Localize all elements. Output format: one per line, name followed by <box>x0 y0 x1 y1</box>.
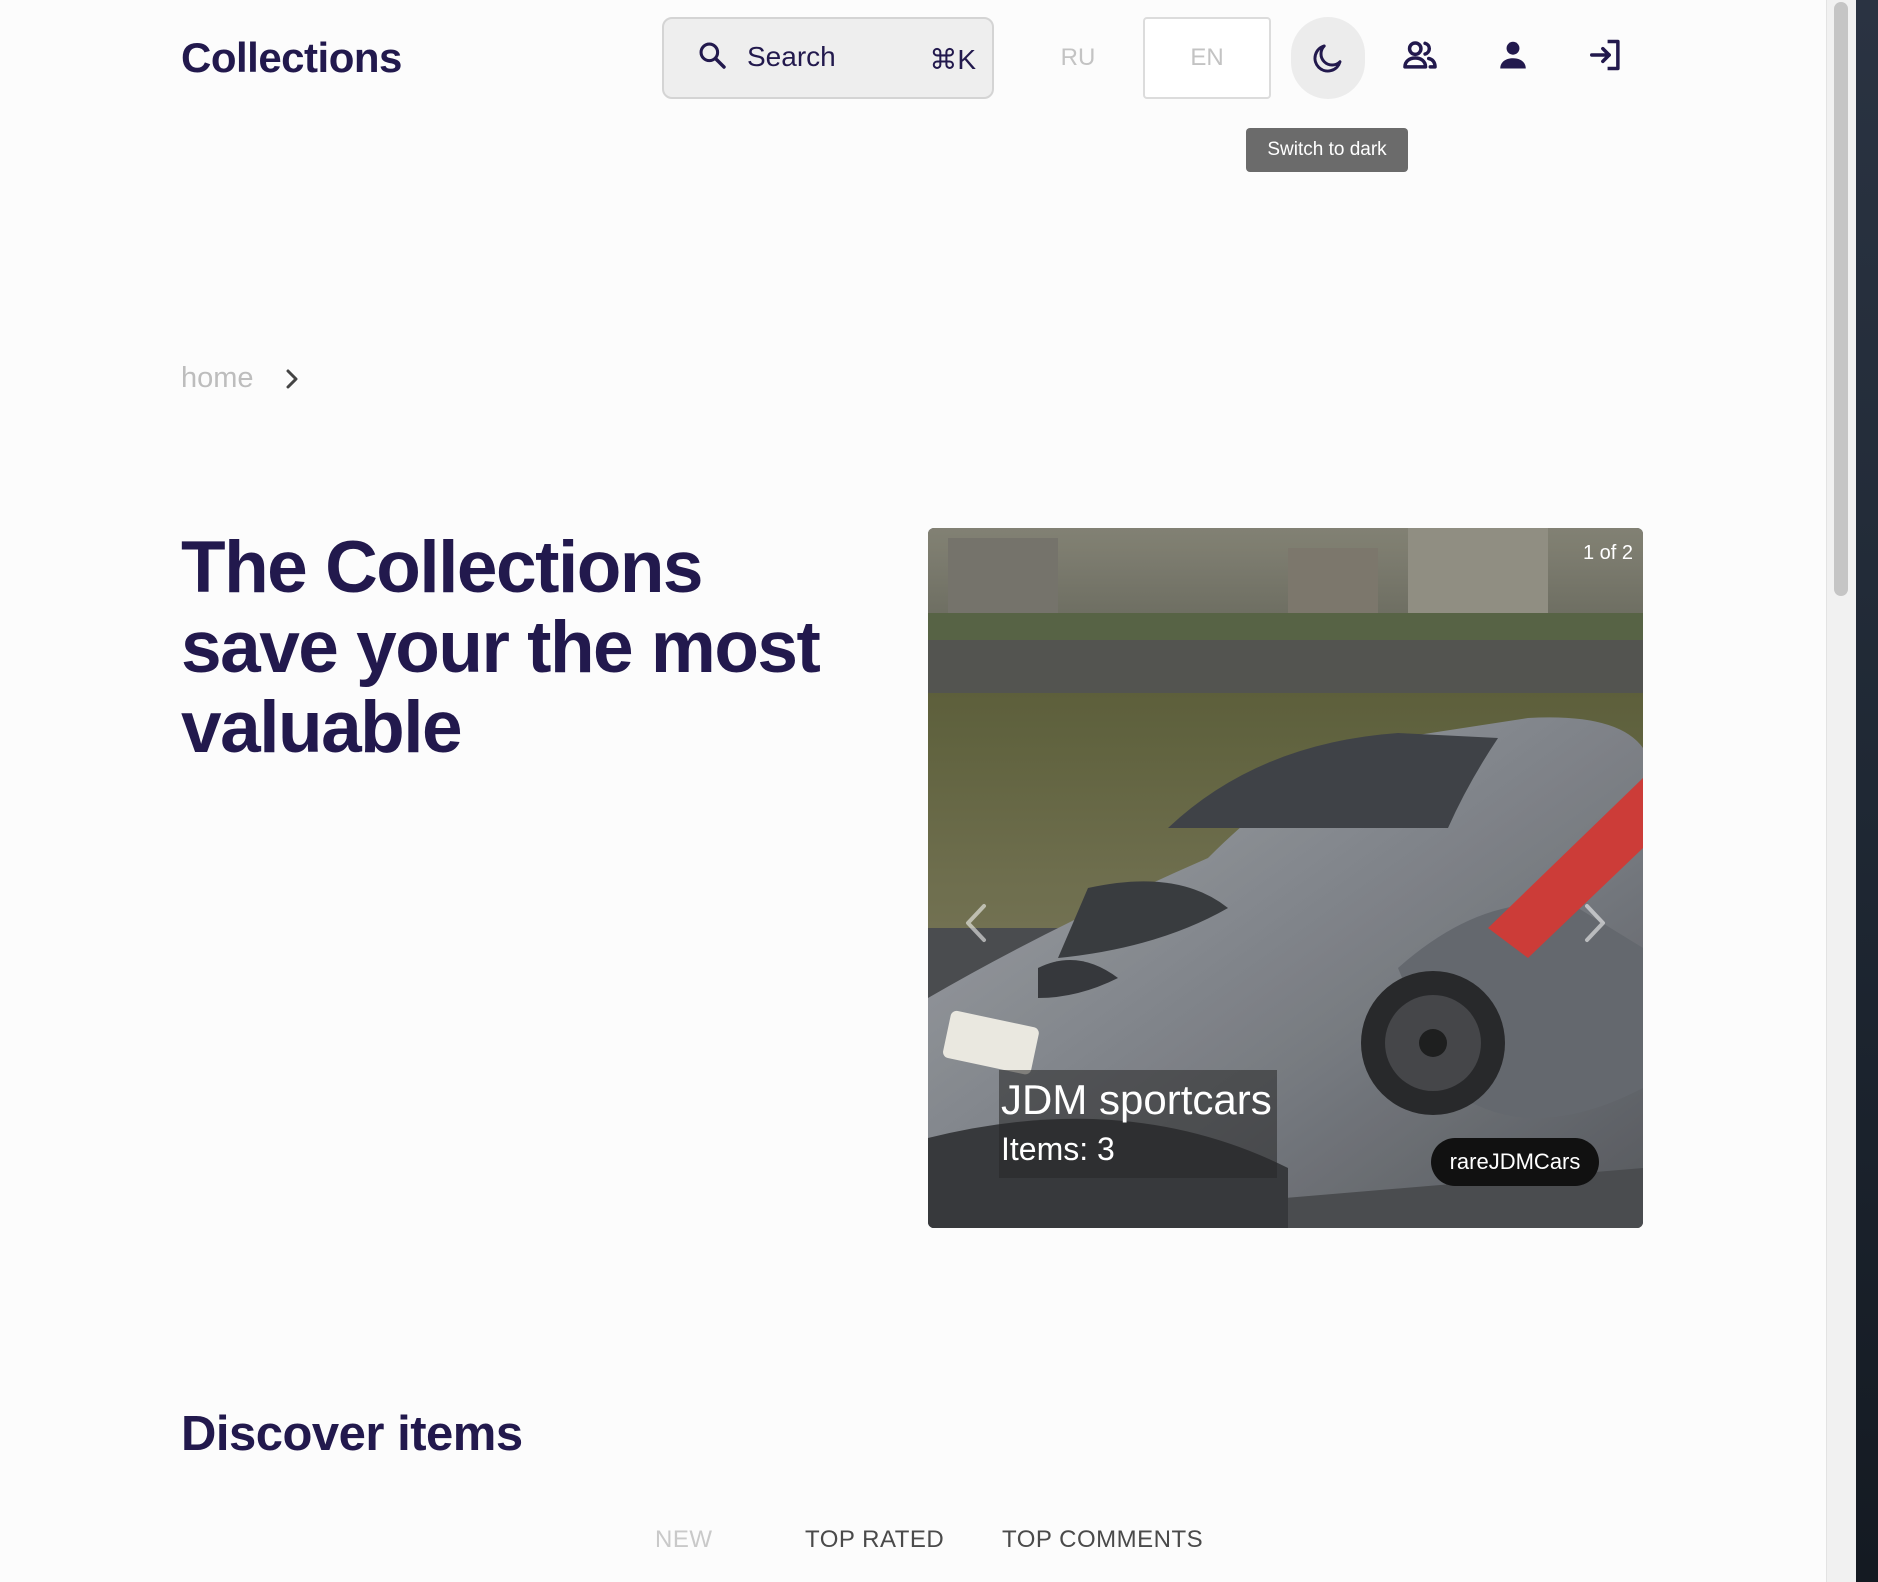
tab-new[interactable]: NEW <box>655 1526 713 1554</box>
users-button[interactable] <box>1393 28 1447 82</box>
breadcrumb-home[interactable]: home <box>181 362 254 395</box>
profile-button[interactable] <box>1486 28 1540 82</box>
login-button[interactable] <box>1579 28 1633 82</box>
moon-icon <box>1313 44 1342 73</box>
collection-items-count: Items: 3 <box>1001 1131 1115 1167</box>
chevron-right-icon <box>286 369 298 389</box>
collection-carousel[interactable]: 1 of 2 JDM sportcars Items: 3 rareJDMCar… <box>928 528 1643 1228</box>
carousel-counter: 1 of 2 <box>1582 542 1633 564</box>
collection-tag[interactable]: rareJDMCars <box>1431 1138 1599 1186</box>
language-en-button[interactable]: EN <box>1143 17 1271 99</box>
search-shortcut: ⌘K <box>929 44 976 75</box>
login-icon <box>1590 39 1620 71</box>
discover-title: Discover items <box>181 1407 523 1461</box>
search-label: Search <box>747 41 836 72</box>
desktop-background <box>1856 0 1878 1582</box>
collection-title[interactable]: JDM sportcars <box>1001 1074 1275 1126</box>
search-button[interactable]: Search ⌘K <box>662 17 994 99</box>
hero-title: The Collections save your the most valua… <box>181 527 821 768</box>
slide-caption: JDM sportcars Items: 3 <box>999 1070 1277 1178</box>
user-icon <box>1500 41 1526 69</box>
chevron-right-icon[interactable] <box>1575 898 1615 948</box>
tab-top-comments[interactable]: TOP COMMENTS <box>1002 1526 1203 1554</box>
logo[interactable]: Collections <box>181 34 402 82</box>
users-icon <box>1403 41 1437 69</box>
search-icon <box>699 42 726 69</box>
theme-tooltip: Switch to dark <box>1246 128 1408 172</box>
language-ru-button[interactable]: RU <box>1040 17 1116 99</box>
page: Collections Search ⌘K RU EN Switch to da… <box>0 0 1826 1582</box>
chevron-left-icon[interactable] <box>956 898 996 948</box>
scrollbar-thumb[interactable] <box>1834 2 1848 596</box>
tab-top-rated[interactable]: TOP RATED <box>805 1526 944 1554</box>
theme-toggle-button[interactable] <box>1291 17 1365 99</box>
